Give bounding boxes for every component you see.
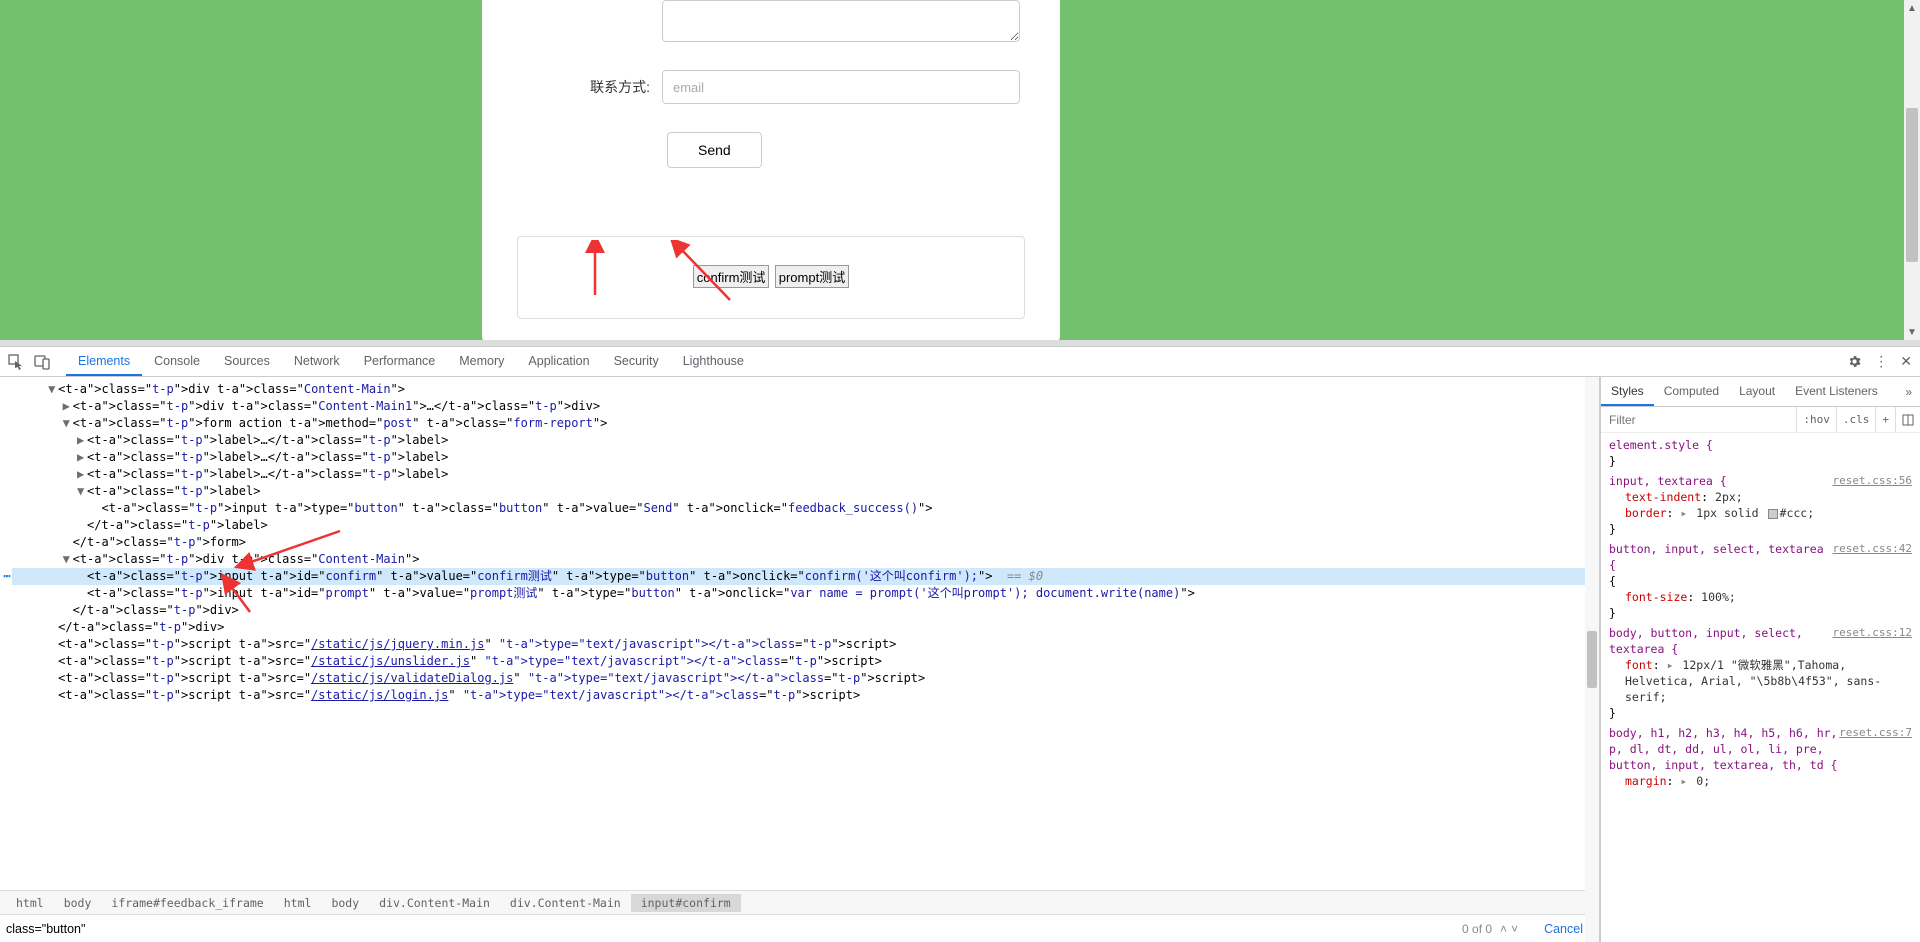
more-menu-icon[interactable]: ⋮ <box>1874 353 1888 370</box>
viewport-scrollbar[interactable]: ▲ ▼ <box>1904 0 1920 340</box>
cls-toggle[interactable]: .cls <box>1836 407 1876 432</box>
form-card: 联系方式: Send confirm测试 prompt测试 <box>482 0 1060 340</box>
scroll-thumb[interactable] <box>1906 108 1918 262</box>
breadcrumb-item[interactable]: div.Content-Main <box>500 894 631 912</box>
dom-node[interactable]: ▼<t-a">class="t-p">label> <box>12 483 1599 500</box>
styles-tab-event-listeners[interactable]: Event Listeners <box>1785 377 1888 406</box>
styles-more-icon[interactable] <box>1895 407 1920 432</box>
dom-node[interactable]: <t-a">class="t-p">input t-a">id="confirm… <box>12 568 1599 585</box>
breadcrumb-item[interactable]: div.Content-Main <box>369 894 500 912</box>
styles-tab-styles[interactable]: Styles <box>1601 377 1654 406</box>
dom-node[interactable]: ▼<t-a">class="t-p">form action t-a">meth… <box>12 415 1599 432</box>
devtools-tab-security[interactable]: Security <box>602 347 671 376</box>
contact-label: 联系方式: <box>522 70 662 97</box>
dom-node[interactable]: <t-a">class="t-p">script t-a">src="/stat… <box>12 687 1599 704</box>
styles-tab-computed[interactable]: Computed <box>1654 377 1729 406</box>
new-rule-button[interactable]: + <box>1875 407 1895 432</box>
confirm-test-button[interactable]: confirm测试 <box>693 265 770 288</box>
devtools-tab-lighthouse[interactable]: Lighthouse <box>671 347 756 376</box>
styles-panel: StylesComputedLayoutEvent Listeners » :ho… <box>1600 377 1920 942</box>
find-input[interactable] <box>6 918 1454 940</box>
test-button-box: confirm测试 prompt测试 <box>517 236 1025 319</box>
devtools-tab-elements[interactable]: Elements <box>66 347 142 376</box>
styles-tabs-overflow-icon[interactable]: » <box>1897 385 1920 399</box>
dom-node[interactable]: ▼<t-a">class="t-p">div t-a">class="Conte… <box>12 551 1599 568</box>
find-next-icon[interactable]: ˅ <box>1511 922 1518 936</box>
dom-node[interactable]: </t-a">class="t-p">form> <box>12 534 1599 551</box>
styles-tab-layout[interactable]: Layout <box>1729 377 1785 406</box>
close-devtools-icon[interactable]: ✕ <box>1900 353 1912 370</box>
breadcrumb-item[interactable]: iframe#feedback_iframe <box>101 894 273 912</box>
css-rules[interactable]: element.style {}input, textarea {reset.c… <box>1601 433 1920 942</box>
breadcrumb[interactable]: htmlbodyiframe#feedback_iframehtmlbodydi… <box>0 890 1599 914</box>
dom-node[interactable]: <t-a">class="t-p">script t-a">src="/stat… <box>12 670 1599 687</box>
devtools-tab-memory[interactable]: Memory <box>447 347 516 376</box>
dom-node[interactable]: <t-a">class="t-p">script t-a">src="/stat… <box>12 636 1599 653</box>
dom-node[interactable]: </t-a">class="t-p">div> <box>12 619 1599 636</box>
dom-node[interactable]: <t-a">class="t-p">script t-a">src="/stat… <box>12 653 1599 670</box>
find-bar: 0 of 0 ˄˅ Cancel <box>0 914 1599 942</box>
inspect-element-icon[interactable] <box>8 354 24 370</box>
breadcrumb-item[interactable]: html <box>6 894 54 912</box>
page-viewport: 联系方式: Send confirm测试 prompt测试 ▲ ▼ <box>0 0 1920 340</box>
devtools-tab-performance[interactable]: Performance <box>352 347 448 376</box>
breadcrumb-item[interactable]: html <box>274 894 322 912</box>
elements-panel: ▼<t-a">class="t-p">div t-a">class="Conte… <box>0 377 1600 942</box>
dom-node[interactable]: ▶<t-a">class="t-p">div t-a">class="Conte… <box>12 398 1599 415</box>
scroll-down-icon[interactable]: ▼ <box>1904 324 1920 340</box>
email-input[interactable] <box>662 70 1020 104</box>
breadcrumb-item[interactable]: body <box>54 894 102 912</box>
dom-node[interactable]: <t-a">class="t-p">input t-a">id="prompt"… <box>12 585 1599 602</box>
selected-node-actions-icon[interactable]: ⋯ <box>0 568 14 585</box>
breadcrumb-item[interactable]: input#confirm <box>631 894 741 912</box>
dom-node[interactable]: ▶<t-a">class="t-p">label>…</t-a">class="… <box>12 449 1599 466</box>
settings-gear-icon[interactable] <box>1846 354 1862 370</box>
textarea-label <box>522 0 662 7</box>
devtools-toolbar: ElementsConsoleSourcesNetworkPerformance… <box>0 347 1920 377</box>
device-toolbar-icon[interactable] <box>34 354 50 370</box>
feedback-textarea[interactable] <box>662 0 1020 42</box>
devtools-tab-application[interactable]: Application <box>516 347 601 376</box>
find-count: 0 of 0 <box>1462 922 1492 936</box>
dom-node[interactable]: </t-a">class="t-p">div> <box>12 602 1599 619</box>
elements-scrollbar[interactable] <box>1585 377 1599 942</box>
devtools-tab-sources[interactable]: Sources <box>212 347 282 376</box>
dom-node[interactable]: </t-a">class="t-p">label> <box>12 517 1599 534</box>
hov-toggle[interactable]: :hov <box>1796 407 1836 432</box>
prompt-test-button[interactable]: prompt测试 <box>775 265 849 288</box>
dom-node[interactable]: ▼<t-a">class="t-p">div t-a">class="Conte… <box>12 381 1599 398</box>
dom-node[interactable]: ▶<t-a">class="t-p">label>…</t-a">class="… <box>12 466 1599 483</box>
scroll-up-icon[interactable]: ▲ <box>1904 0 1920 16</box>
breadcrumb-item[interactable]: body <box>321 894 369 912</box>
send-button[interactable]: Send <box>667 132 762 168</box>
devtools-tab-console[interactable]: Console <box>142 347 212 376</box>
dom-tree[interactable]: ▼<t-a">class="t-p">div t-a">class="Conte… <box>0 377 1599 890</box>
styles-filter-input[interactable] <box>1601 413 1796 427</box>
devtools-tab-network[interactable]: Network <box>282 347 352 376</box>
devtools: ElementsConsoleSourcesNetworkPerformance… <box>0 346 1920 942</box>
find-prev-icon[interactable]: ˄ <box>1500 922 1507 936</box>
dom-node[interactable]: ▶<t-a">class="t-p">label>…</t-a">class="… <box>12 432 1599 449</box>
dom-node[interactable]: <t-a">class="t-p">input t-a">type="butto… <box>12 500 1599 517</box>
